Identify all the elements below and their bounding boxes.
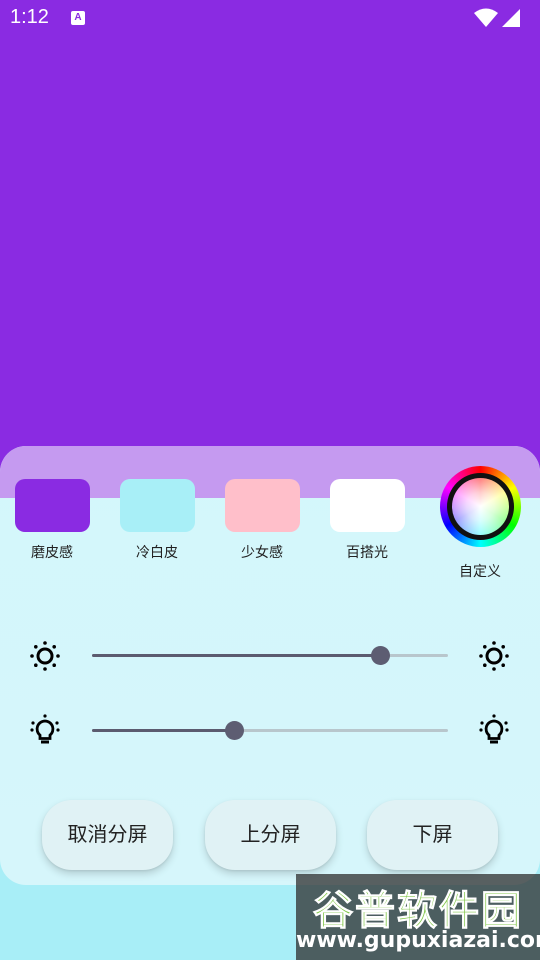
- sun-max-icon: [479, 641, 509, 671]
- custom-color-label: 自定义: [459, 564, 501, 580]
- notification-icon: A: [71, 11, 85, 25]
- brightness-slider-fill: [92, 654, 381, 657]
- brightness-slider-thumb[interactable]: [370, 646, 390, 665]
- notification-glyph: A: [74, 12, 82, 23]
- swatch-smoothing[interactable]: [15, 479, 90, 532]
- watermark: 谷普软件园 www.gupuxiazai.com: [296, 874, 540, 960]
- status-time: 1:12: [10, 6, 49, 28]
- swatch-cool-white[interactable]: [120, 479, 195, 532]
- status-bar: 1:12 A: [0, 0, 540, 36]
- swatch-label-cool-white: 冷白皮: [136, 545, 178, 561]
- light-slider-thumb[interactable]: [224, 721, 244, 740]
- swatch-label-smoothing: 磨皮感: [31, 545, 73, 561]
- light-slider[interactable]: [92, 721, 448, 740]
- watermark-url: www.gupuxiazai.com: [296, 928, 540, 953]
- swatch-label-versatile-light: 百搭光: [346, 545, 388, 561]
- swatch-label-girlish: 少女感: [241, 545, 283, 561]
- control-panel: 磨皮感 冷白皮 少女感 百搭光 自定义 取消分屏 上分屏 下屏: [0, 446, 540, 885]
- lightbulb-icon: [30, 714, 60, 744]
- upper-split-button[interactable]: 上分屏: [205, 800, 336, 870]
- color-wheel-icon[interactable]: [440, 466, 521, 547]
- brightness-slider[interactable]: [92, 646, 448, 665]
- lightbulb-max-icon: [479, 714, 509, 744]
- signal-icon: [502, 9, 520, 27]
- wifi-icon: [474, 8, 498, 27]
- light-slider-fill: [92, 729, 235, 732]
- sun-icon: [30, 641, 60, 671]
- color-wheel-core: [452, 478, 509, 535]
- swatch-girlish[interactable]: [225, 479, 300, 532]
- cancel-split-button[interactable]: 取消分屏: [42, 800, 173, 870]
- swatch-versatile-light[interactable]: [330, 479, 405, 532]
- color-wheel-ring: [447, 473, 514, 540]
- lower-split-button[interactable]: 下屏: [367, 800, 498, 870]
